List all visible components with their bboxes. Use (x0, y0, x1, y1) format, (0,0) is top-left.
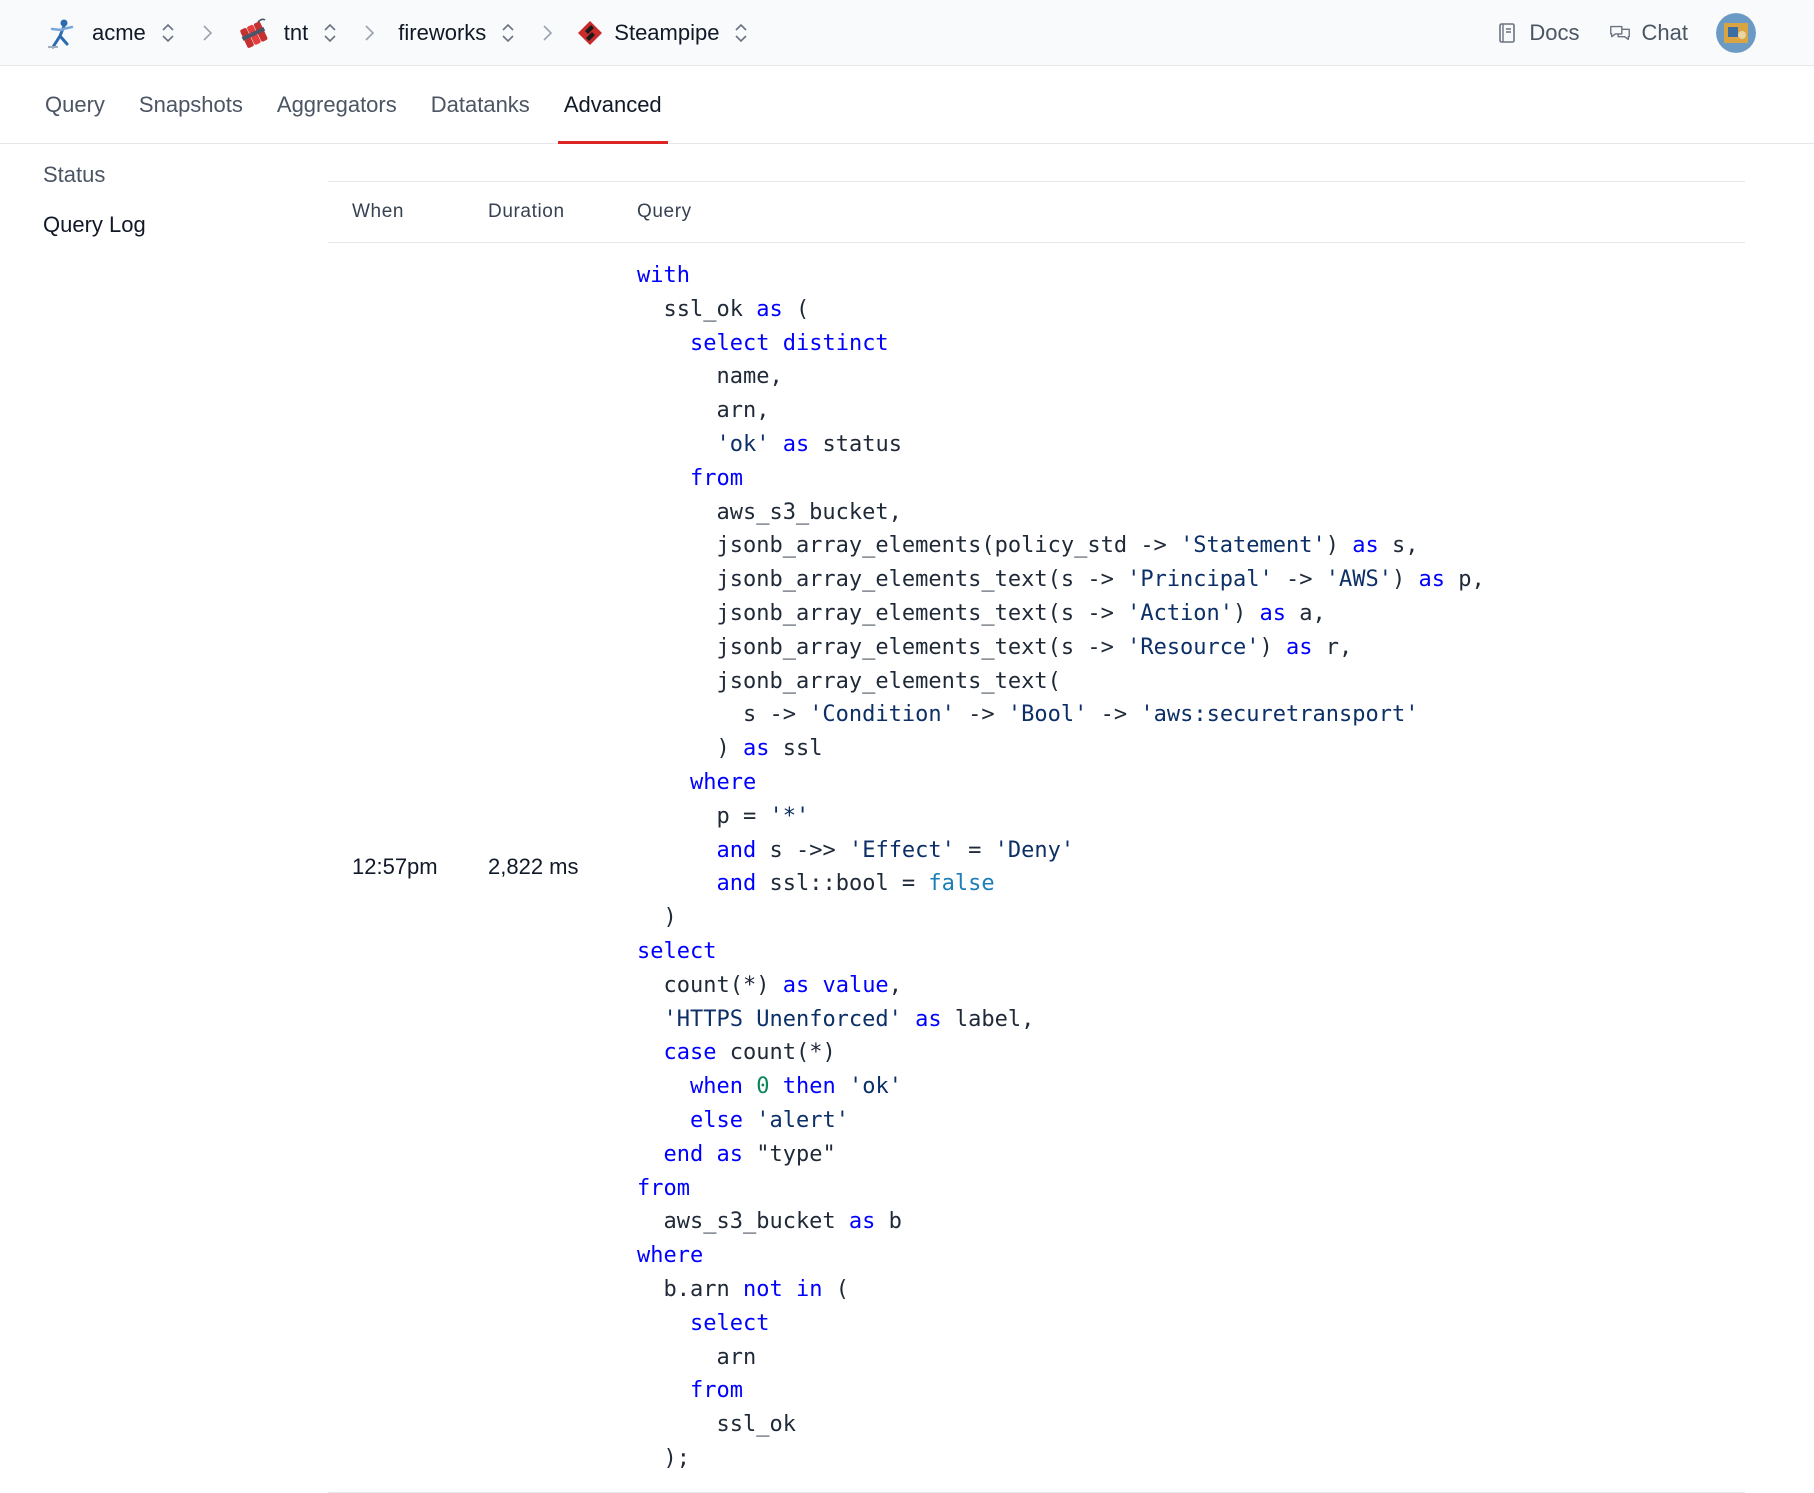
steampipe-logo-icon (576, 16, 604, 50)
sidenav-item-query-log[interactable]: Query Log (43, 212, 328, 238)
page-content: Status Query Log When Duration Query 12:… (0, 144, 1814, 1493)
column-header-when: When (352, 201, 405, 222)
docs-label: Docs (1529, 19, 1580, 45)
chevron-right-icon (200, 22, 214, 44)
tab-query[interactable]: Query (42, 66, 108, 143)
crumb-label: fireworks (398, 19, 487, 45)
sql-code-block: with ssl_ok as ( select distinct name, a… (637, 263, 1485, 1471)
crumb-tnt[interactable]: tnt (236, 16, 338, 50)
tnt-logo-icon (236, 16, 270, 50)
advanced-side-nav: Status Query Log (0, 144, 328, 1493)
user-avatar[interactable] (1716, 12, 1756, 53)
cell-when: 12:57pm (352, 854, 438, 880)
tab-aggregators[interactable]: Aggregators (274, 66, 400, 143)
table-header-row: When Duration Query (328, 181, 1745, 243)
crumb-label: tnt (283, 19, 309, 45)
query-log-table: When Duration Query 12:57pm 2,822 ms wit… (328, 181, 1745, 1493)
query-log-panel: When Duration Query 12:57pm 2,822 ms wit… (328, 181, 1745, 1493)
crumb-steampipe[interactable]: Steampipe (576, 16, 749, 50)
sidenav-item-status[interactable]: Status (43, 162, 328, 188)
column-header-query: Query (637, 201, 692, 222)
crumb-acme[interactable]: acme (44, 16, 176, 50)
table-row[interactable]: 12:57pm 2,822 ms with ssl_ok as ( select… (328, 243, 1745, 1493)
chevron-updown-icon[interactable] (733, 22, 749, 44)
crumb-label: Steampipe (614, 19, 720, 45)
cell-duration: 2,822 ms (488, 854, 579, 880)
chat-bubbles-icon (1608, 21, 1632, 45)
chevron-updown-icon[interactable] (500, 22, 516, 44)
chevron-updown-icon[interactable] (160, 22, 176, 44)
chevron-right-icon (362, 22, 376, 44)
acme-logo-icon (44, 16, 78, 50)
cell-query: with ssl_ok as ( select distinct name, a… (637, 243, 1745, 1493)
top-bar: acme tnt fireworks Steampipe Docs Chat (0, 0, 1814, 66)
column-header-duration: Duration (488, 201, 565, 222)
breadcrumb: acme tnt fireworks Steampipe (44, 16, 749, 50)
chat-label: Chat (1641, 19, 1688, 45)
crumb-fireworks[interactable]: fireworks (398, 20, 516, 46)
tab-advanced[interactable]: Advanced (557, 66, 668, 144)
chevron-right-icon (540, 22, 554, 44)
docs-link[interactable]: Docs (1495, 19, 1580, 46)
workspace-tabs: Query Snapshots Aggregators Datatanks Ad… (0, 66, 1814, 144)
book-icon (1495, 21, 1519, 45)
tab-snapshots[interactable]: Snapshots (136, 66, 246, 143)
chevron-updown-icon[interactable] (322, 22, 338, 44)
top-bar-actions: Docs Chat (1467, 12, 1756, 53)
chat-link[interactable]: Chat (1608, 20, 1688, 46)
tab-datatanks[interactable]: Datatanks (428, 66, 533, 143)
crumb-label: acme (92, 19, 146, 45)
